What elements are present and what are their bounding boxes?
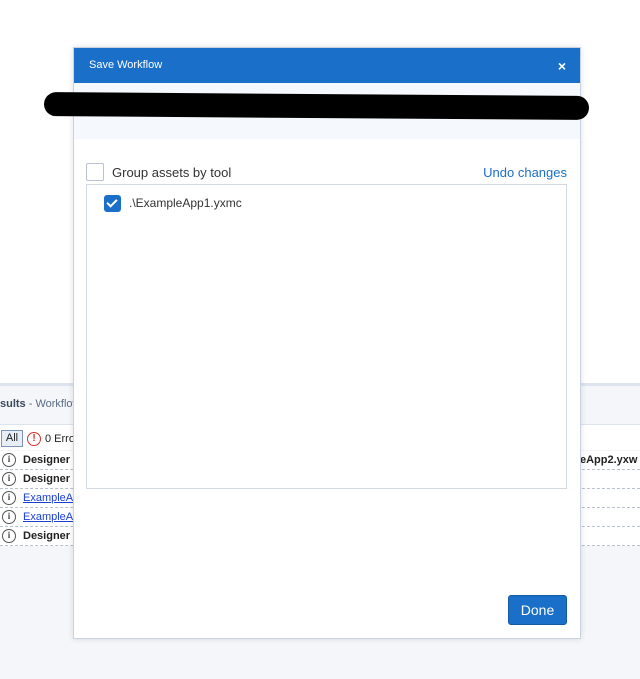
close-icon[interactable]: × [552, 56, 572, 76]
results-title: sults [0, 398, 26, 410]
redacted-area [43, 83, 590, 139]
row-link[interactable]: ExampleA [23, 492, 73, 504]
group-assets-checkbox[interactable] [86, 163, 104, 181]
error-filter[interactable]: ! 0 Erro [27, 431, 75, 447]
info-icon: i [2, 491, 16, 505]
redaction-bar [43, 92, 590, 120]
done-button[interactable]: Done [508, 595, 567, 625]
asset-list: .\ExampleApp1.yxmc [86, 184, 567, 489]
info-icon: i [2, 510, 16, 524]
group-assets-label: Group assets by tool [112, 165, 232, 180]
info-icon: i [2, 453, 16, 467]
asset-checkbox-checked-icon[interactable] [104, 194, 121, 212]
asset-label: .\ExampleApp1.yxmc [129, 196, 242, 210]
undo-changes-link[interactable]: Undo changes [483, 165, 567, 180]
dialog-title: Save Workflow [89, 59, 163, 71]
error-count-label: 0 Erro [45, 433, 75, 445]
row-text: Designer [23, 530, 71, 542]
row-text: Designer [23, 454, 71, 466]
all-filter-button[interactable]: All [1, 430, 23, 447]
row-text: Designer [23, 473, 71, 485]
results-header: sults - Workflow [0, 398, 81, 416]
list-item[interactable]: .\ExampleApp1.yxmc [104, 194, 242, 212]
dialog-header: Save Workflow × [74, 48, 580, 83]
save-workflow-dialog: Save Workflow × Group assets by tool Und… [43, 47, 590, 639]
info-icon: i [2, 529, 16, 543]
row-link[interactable]: ExampleA [23, 511, 73, 523]
row-detail: eApp2.yxw [580, 454, 638, 466]
error-icon: ! [27, 432, 41, 446]
info-icon: i [2, 472, 16, 486]
